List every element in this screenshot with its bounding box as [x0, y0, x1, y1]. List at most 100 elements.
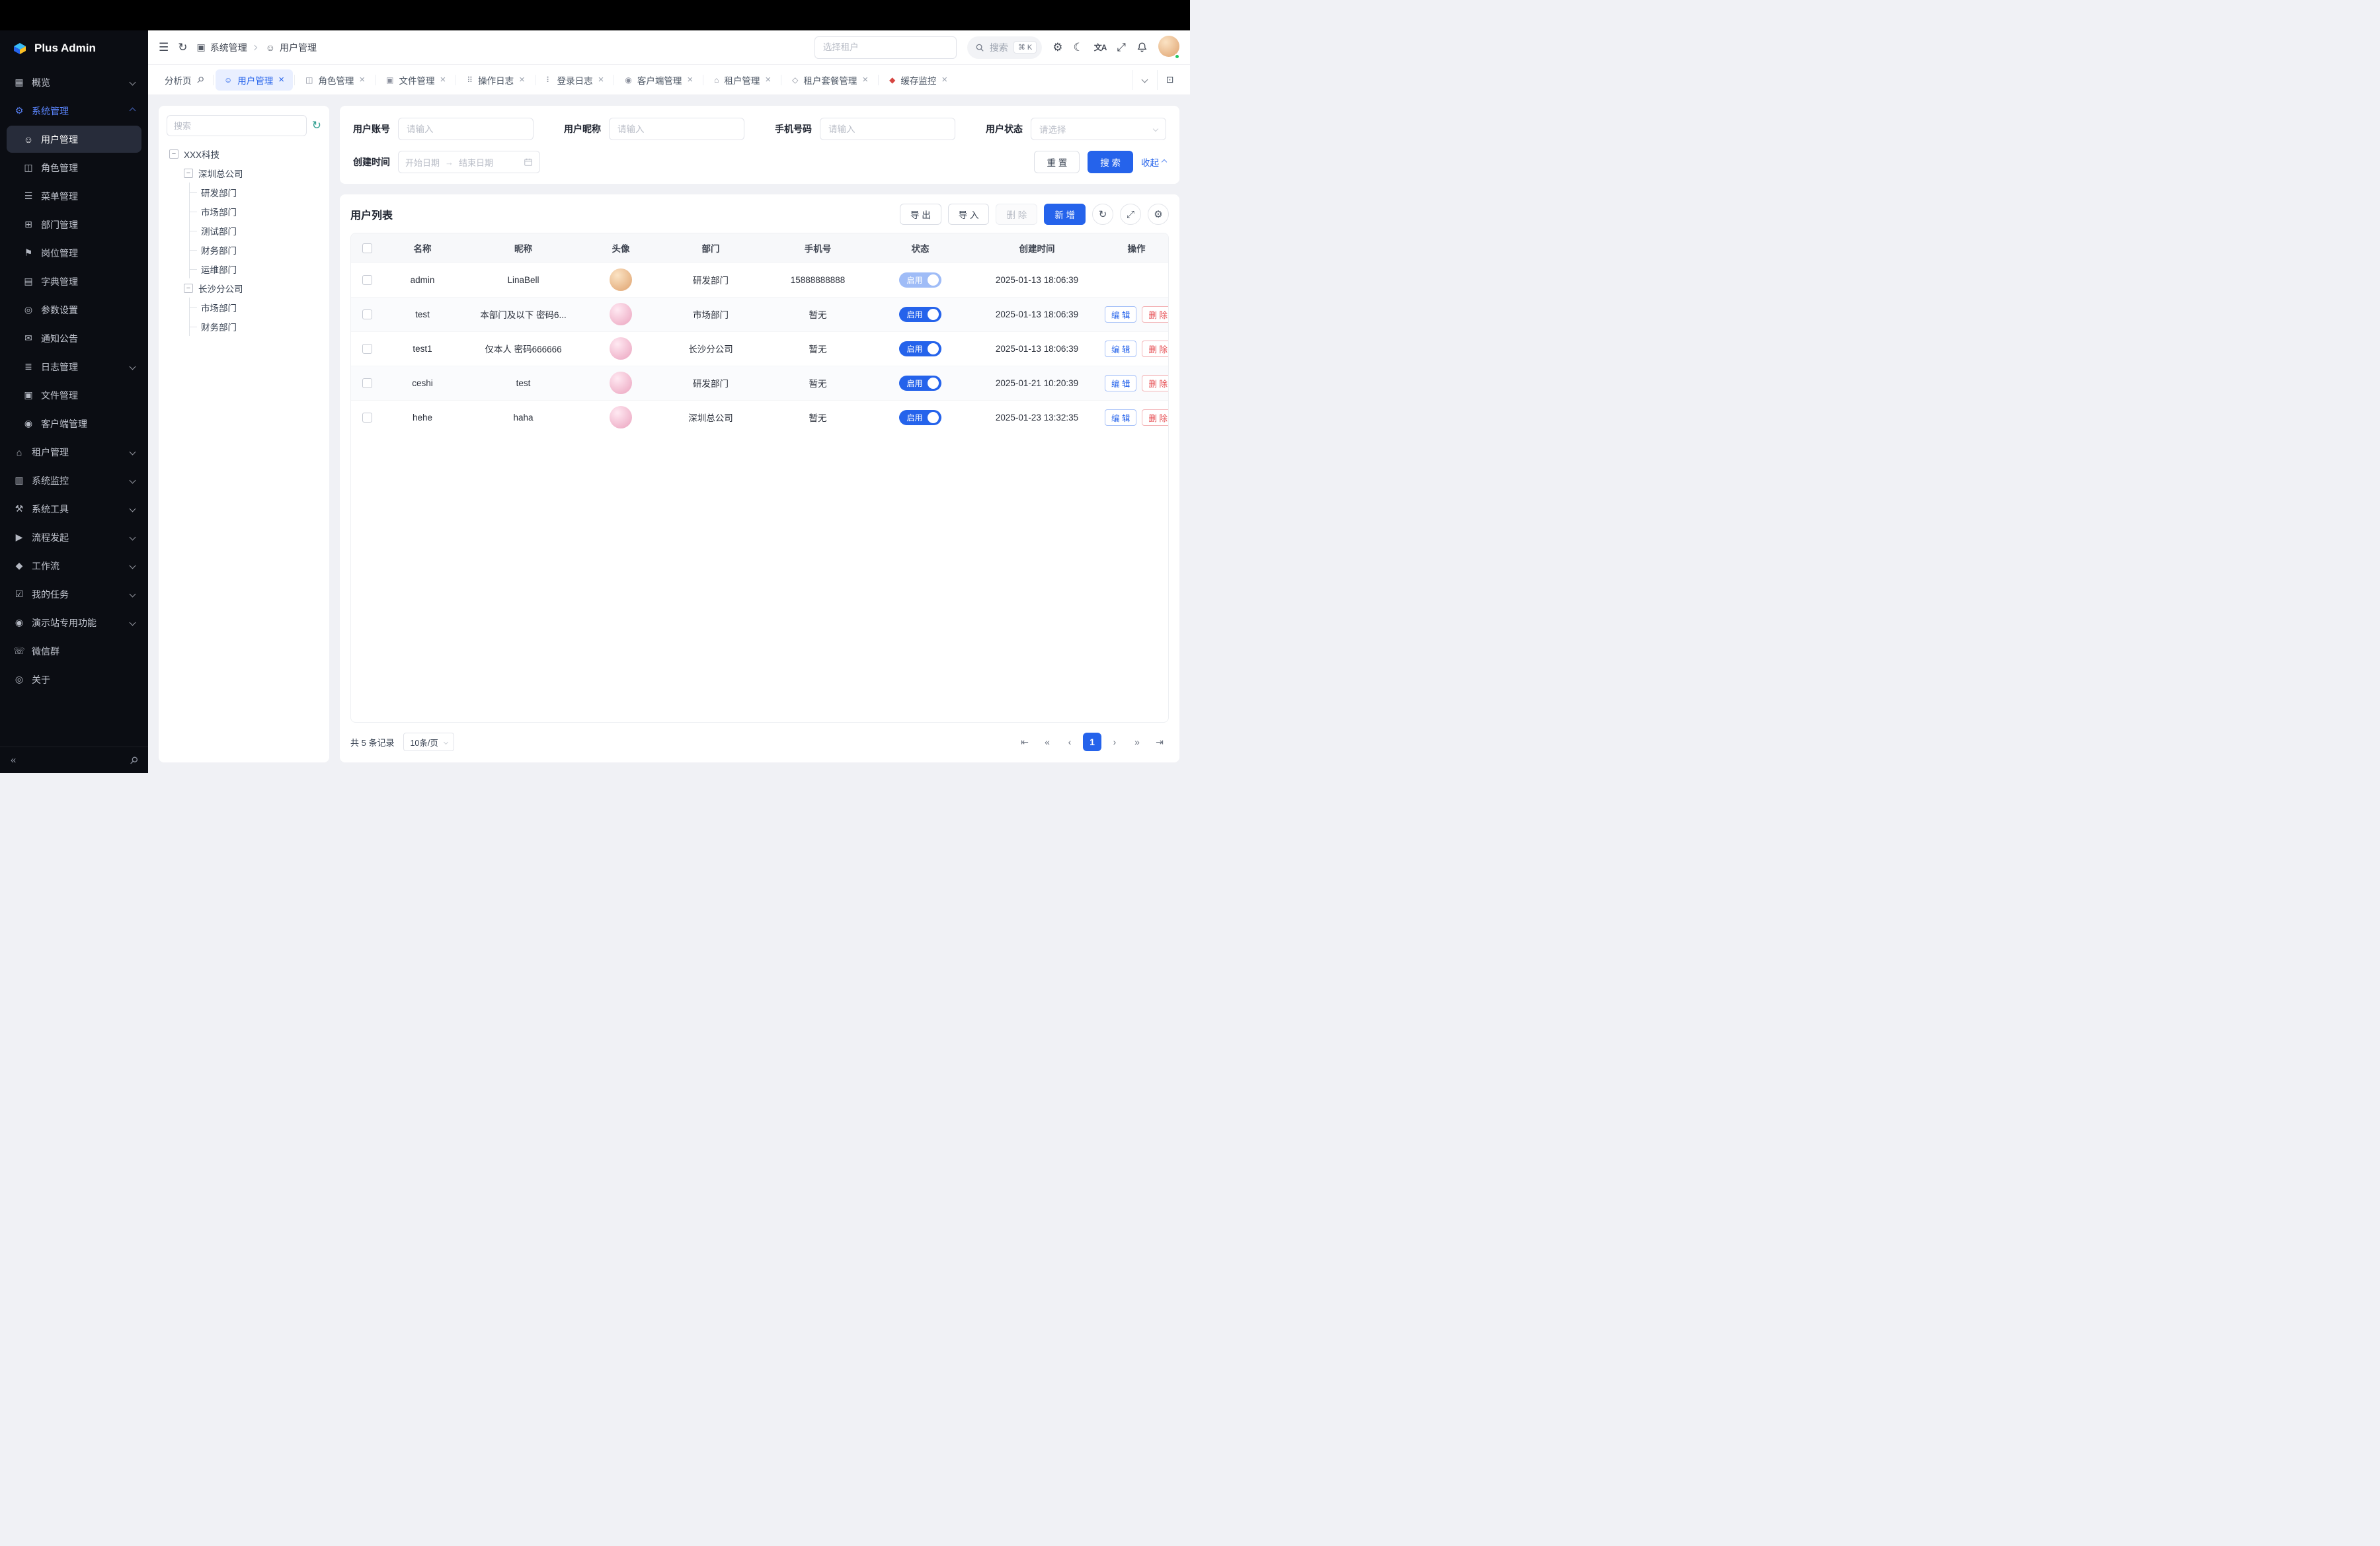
- tree-node[interactable]: 财务部门: [167, 240, 321, 259]
- sidebar-item[interactable]: ⚒ 系统工具: [7, 495, 141, 522]
- breadcrumb-item[interactable]: ☺ 用户管理: [253, 41, 317, 54]
- tree-node[interactable]: 运维部门: [167, 259, 321, 278]
- menu-toggle-icon[interactable]: ☰: [159, 42, 169, 53]
- next-page-button[interactable]: ›: [1105, 733, 1124, 751]
- tab-list-dropdown-icon[interactable]: [1132, 70, 1157, 90]
- breadcrumb-item[interactable]: ▣ 系统管理: [197, 41, 247, 54]
- current-page-button[interactable]: 1: [1083, 733, 1101, 751]
- sidebar-item[interactable]: ◉ 客户端管理: [7, 410, 141, 437]
- sidebar-item[interactable]: ≣ 日志管理: [7, 353, 141, 380]
- sidebar-item[interactable]: ☑ 我的任务: [7, 581, 141, 608]
- tab[interactable]: ⠿ 操作日志 ×: [458, 69, 534, 91]
- row-checkbox[interactable]: [362, 309, 372, 319]
- sidebar-item[interactable]: ▣ 文件管理: [7, 382, 141, 409]
- date-range-picker[interactable]: 开始日期 → 结束日期: [398, 151, 540, 173]
- sidebar-item[interactable]: ⊞ 部门管理: [7, 211, 141, 238]
- tab-fullscreen-icon[interactable]: ⊡: [1157, 70, 1182, 90]
- status-toggle[interactable]: 启用: [899, 307, 941, 322]
- tab-close-icon[interactable]: ×: [278, 75, 284, 85]
- sidebar-item[interactable]: ◆ 工作流: [7, 552, 141, 579]
- tab-close-icon[interactable]: ×: [519, 75, 525, 85]
- tab-close-icon[interactable]: ×: [862, 75, 868, 85]
- dark-mode-icon[interactable]: ☾: [1073, 42, 1083, 53]
- tree-node[interactable]: 财务部门: [167, 317, 321, 336]
- prev-5-pages-button[interactable]: «: [1038, 733, 1056, 751]
- next-5-pages-button[interactable]: »: [1128, 733, 1146, 751]
- tab-close-icon[interactable]: ×: [941, 75, 947, 85]
- tab[interactable]: ⠇ 登录日志 ×: [537, 69, 613, 91]
- sidebar-item[interactable]: ▦ 概览: [7, 69, 141, 96]
- tab[interactable]: ☺ 用户管理 ×: [216, 69, 293, 91]
- reset-button[interactable]: 重 置: [1034, 151, 1080, 173]
- notification-bell-icon[interactable]: [1136, 42, 1148, 53]
- sidebar-item[interactable]: ▤ 字典管理: [7, 268, 141, 295]
- refresh-icon[interactable]: ↻: [178, 42, 187, 53]
- status-toggle[interactable]: 启用: [899, 376, 941, 391]
- tab[interactable]: ◉ 客户端管理 ×: [616, 69, 701, 91]
- tab[interactable]: ◫ 角色管理 ×: [297, 69, 374, 91]
- table-fullscreen-icon[interactable]: ⤢: [1120, 204, 1141, 225]
- status-toggle[interactable]: 启用: [899, 272, 941, 288]
- sidebar-item[interactable]: ☺ 用户管理: [7, 126, 141, 153]
- tree-node[interactable]: 测试部门: [167, 221, 321, 240]
- import-button[interactable]: 导 入: [948, 204, 990, 225]
- language-icon[interactable]: 文A: [1094, 44, 1107, 52]
- sidebar-item[interactable]: ◎ 关于: [7, 666, 141, 693]
- tree-node[interactable]: 市场部门: [167, 298, 321, 317]
- tab-close-icon[interactable]: ×: [440, 75, 446, 85]
- select-all-checkbox[interactable]: [362, 243, 372, 253]
- last-page-button[interactable]: ⇥: [1150, 733, 1169, 751]
- sidebar-item[interactable]: ⌂ 租户管理: [7, 438, 141, 466]
- user-avatar[interactable]: [1158, 36, 1179, 59]
- filter-input[interactable]: [398, 118, 534, 140]
- filter-select[interactable]: 请选择: [1031, 118, 1166, 140]
- delete-button[interactable]: 删 除: [996, 204, 1037, 225]
- row-checkbox[interactable]: [362, 378, 372, 388]
- tab-close-icon[interactable]: ×: [359, 75, 365, 85]
- filter-input[interactable]: [820, 118, 955, 140]
- tab[interactable]: ◆ 缓存监控 ×: [881, 69, 956, 91]
- row-delete-button[interactable]: 删 除: [1142, 341, 1168, 357]
- row-checkbox[interactable]: [362, 275, 372, 285]
- row-checkbox[interactable]: [362, 344, 372, 354]
- tree-node[interactable]: − XXX科技: [167, 144, 321, 163]
- table-refresh-icon[interactable]: ↻: [1092, 204, 1113, 225]
- status-toggle[interactable]: 启用: [899, 341, 941, 356]
- status-toggle[interactable]: 启用: [899, 410, 941, 425]
- tree-refresh-icon[interactable]: ↻: [312, 119, 321, 132]
- sidebar-item[interactable]: ☰ 菜单管理: [7, 183, 141, 210]
- export-button[interactable]: 导 出: [900, 204, 941, 225]
- sidebar-item[interactable]: ☏ 微信群: [7, 637, 141, 665]
- sidebar-pin-icon[interactable]: ⚲: [127, 753, 141, 767]
- sidebar-item[interactable]: ◫ 角色管理: [7, 154, 141, 181]
- search-button[interactable]: 搜 索: [1088, 151, 1133, 173]
- page-size-select[interactable]: 10条/页: [403, 733, 454, 751]
- tree-collapse-icon[interactable]: −: [184, 169, 193, 178]
- collapse-filters-link[interactable]: 收起: [1141, 155, 1166, 169]
- tree-collapse-icon[interactable]: −: [184, 284, 193, 293]
- global-search[interactable]: 搜索 ⌘ K: [967, 36, 1042, 59]
- tree-node[interactable]: − 长沙分公司: [167, 278, 321, 298]
- sidebar-item[interactable]: ▶ 流程发起: [7, 524, 141, 551]
- sidebar-item[interactable]: ▥ 系统监控: [7, 467, 141, 494]
- tree-node[interactable]: 市场部门: [167, 202, 321, 221]
- row-checkbox[interactable]: [362, 413, 372, 423]
- edit-button[interactable]: 编 辑: [1105, 306, 1136, 323]
- tab-close-icon[interactable]: ×: [598, 75, 604, 85]
- tree-collapse-icon[interactable]: −: [169, 149, 178, 159]
- add-button[interactable]: 新 增: [1044, 204, 1086, 225]
- sidebar-item[interactable]: ⚙ 系统管理: [7, 97, 141, 124]
- tab[interactable]: ⌂ 租户管理 ×: [705, 69, 779, 91]
- table-settings-icon[interactable]: ⚙: [1148, 204, 1169, 225]
- prev-page-button[interactable]: ‹: [1060, 733, 1079, 751]
- edit-button[interactable]: 编 辑: [1105, 409, 1136, 426]
- tree-search-input[interactable]: [167, 115, 307, 136]
- collapse-sidebar-icon[interactable]: «: [11, 754, 16, 766]
- tab[interactable]: ▣ 文件管理 ×: [377, 69, 454, 91]
- row-delete-button[interactable]: 删 除: [1142, 306, 1168, 323]
- pin-icon[interactable]: ⚲: [194, 73, 206, 85]
- row-delete-button[interactable]: 删 除: [1142, 409, 1168, 426]
- tenant-select[interactable]: [814, 36, 957, 59]
- filter-input[interactable]: [609, 118, 744, 140]
- row-delete-button[interactable]: 删 除: [1142, 375, 1168, 391]
